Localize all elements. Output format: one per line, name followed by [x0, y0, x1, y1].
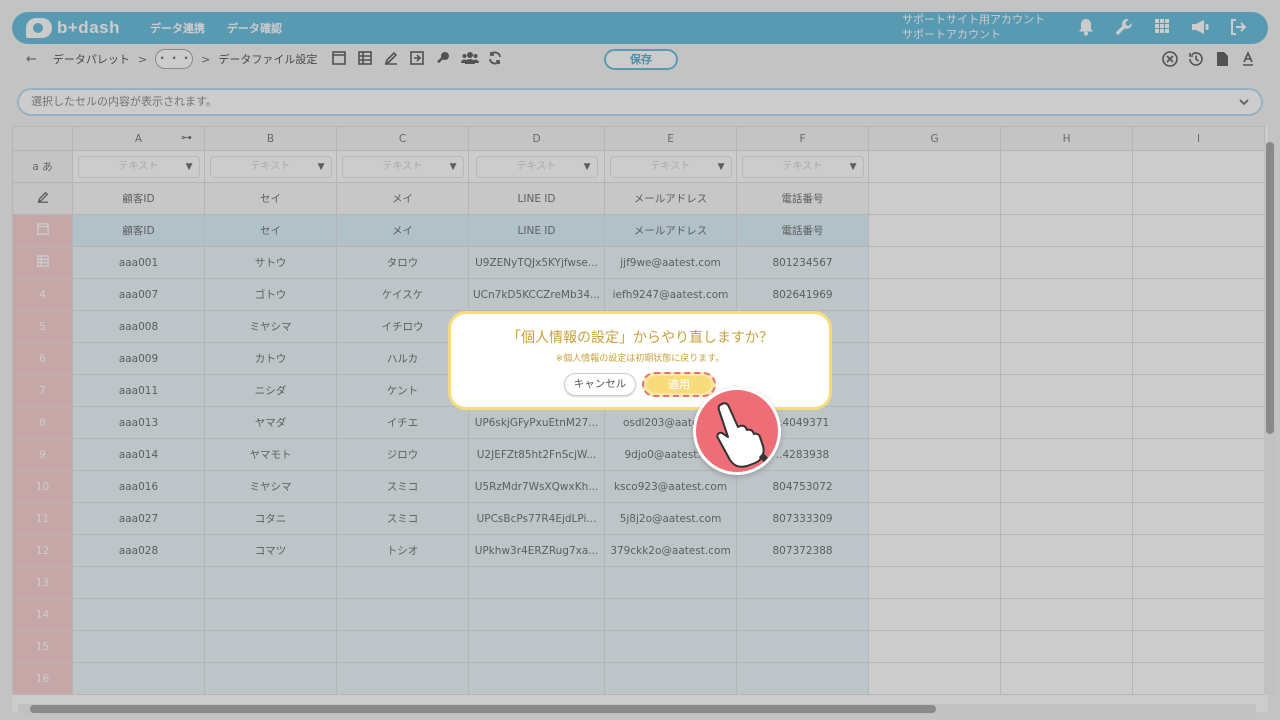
dialog-note: ※個人情報の設定は初期状態に戻ります。: [555, 354, 725, 364]
dialog-buttons: キャンセル 適用: [451, 372, 829, 397]
apply-button-label: 適用: [668, 378, 690, 391]
apply-button[interactable]: 適用: [642, 372, 716, 397]
dialog-title: 「個人情報の設定」からやり直しますか？: [507, 330, 773, 346]
hand-pointer-icon: [693, 387, 781, 475]
confirm-dialog: 「個人情報の設定」からやり直しますか？ ※個人情報の設定は初期状態に戻ります。 …: [448, 311, 832, 410]
cancel-button[interactable]: キャンセル: [564, 373, 636, 396]
